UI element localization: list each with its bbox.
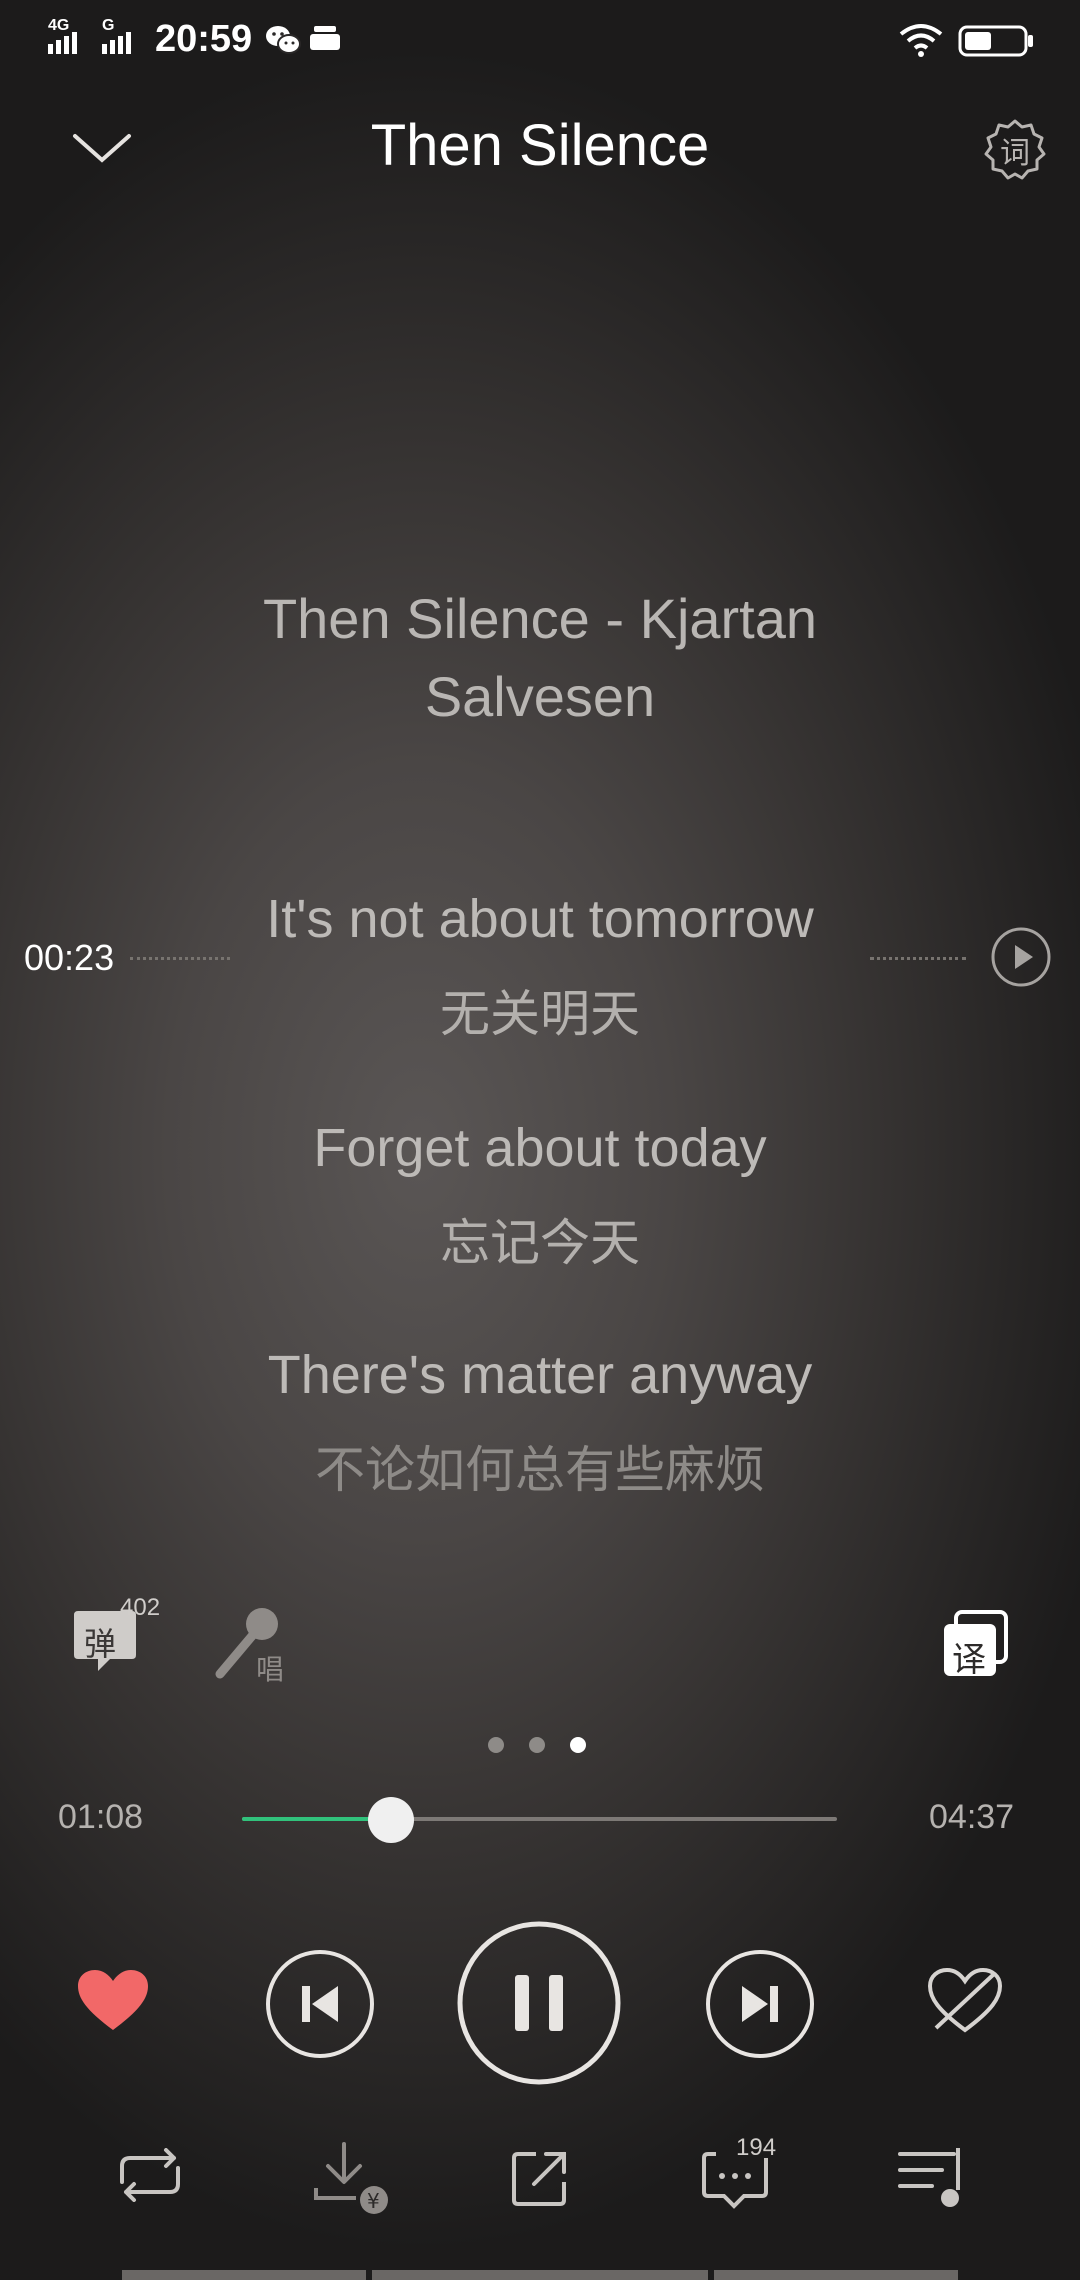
- skip-previous-icon: [266, 1950, 374, 2058]
- nav-segment: [122, 2270, 366, 2280]
- svg-text:G: G: [102, 17, 114, 34]
- pause-icon: [457, 1921, 621, 2085]
- lyric-en: It's not about tomorrow: [266, 889, 814, 949]
- lyric-settings-button[interactable]: 词: [978, 113, 1052, 187]
- page-indicator: [488, 1737, 586, 1753]
- lyric-cn: 忘记今天: [440, 1214, 640, 1272]
- storage-icon: [308, 24, 342, 59]
- download-icon: ¥: [314, 2142, 388, 2214]
- lyric-settings-label: 词: [1000, 136, 1030, 171]
- share-button[interactable]: [510, 2148, 570, 2213]
- dislike-button[interactable]: [927, 1967, 1003, 2039]
- lyric-cn: 无关明天: [440, 985, 640, 1043]
- heart-filled-icon: [78, 1970, 148, 2030]
- danmu-count: 402: [120, 1594, 161, 1621]
- lyric-cn: 不论如何总有些麻烦: [315, 1441, 765, 1499]
- total-time: 04:37: [929, 1798, 1015, 1836]
- status-bar: 4G G 20:59: [0, 0, 1080, 80]
- svg-text:¥: ¥: [367, 2189, 380, 2213]
- song-title: Then Silence: [370, 113, 710, 178]
- svg-text:4G: 4G: [48, 17, 69, 34]
- pause-button[interactable]: [456, 1920, 622, 2091]
- heart-broken-icon: [927, 1967, 1003, 2033]
- page-dot[interactable]: [529, 1737, 545, 1753]
- download-button[interactable]: ¥: [312, 2142, 392, 2223]
- translate-button[interactable]: 译: [940, 1610, 1010, 1680]
- progress-bar[interactable]: [242, 1817, 837, 1821]
- lyric-en: Forget about today: [313, 1118, 767, 1178]
- next-button[interactable]: [704, 1948, 816, 2065]
- comment-count: 194: [736, 2134, 777, 2161]
- battery-icon: [958, 24, 1034, 63]
- wifi-icon: [898, 22, 944, 63]
- lyric-line[interactable]: It's not about tomorrow 无关明天: [0, 888, 1080, 1046]
- repeat-icon: [120, 2148, 180, 2202]
- progress-thumb[interactable]: [367, 1797, 414, 1843]
- lyric-en: There's matter anyway: [267, 1345, 813, 1405]
- sing-button[interactable]: 唱: [212, 1604, 292, 1686]
- signal-icon: 4G G: [46, 14, 146, 65]
- previous-button[interactable]: [264, 1948, 376, 2065]
- lyric-heading: Then Silence - Kjartan Salvesen: [262, 587, 818, 728]
- status-time: 20:59: [155, 18, 253, 60]
- translate-label: 译: [952, 1640, 986, 1680]
- lyric-line[interactable]: There's matter anyway 不论如何总有些麻烦: [0, 1344, 1080, 1502]
- playlist-button[interactable]: [896, 2146, 968, 2215]
- danmu-label: 弹: [84, 1625, 117, 1663]
- share-icon: [512, 2152, 566, 2206]
- elapsed-time: 01:08: [58, 1798, 144, 1836]
- nav-segment: [372, 2270, 708, 2280]
- page-dot-active[interactable]: [570, 1737, 586, 1753]
- nav-segment: [714, 2270, 958, 2280]
- sing-label: 唱: [256, 1653, 285, 1686]
- wechat-icon: [265, 22, 301, 63]
- repeat-button[interactable]: [112, 2148, 188, 2207]
- playlist-icon: [898, 2148, 960, 2207]
- like-button[interactable]: [76, 1968, 150, 2039]
- lyric-line[interactable]: Forget about today 忘记今天: [0, 1117, 1080, 1275]
- skip-next-icon: [706, 1950, 814, 2058]
- page-dot[interactable]: [488, 1737, 504, 1753]
